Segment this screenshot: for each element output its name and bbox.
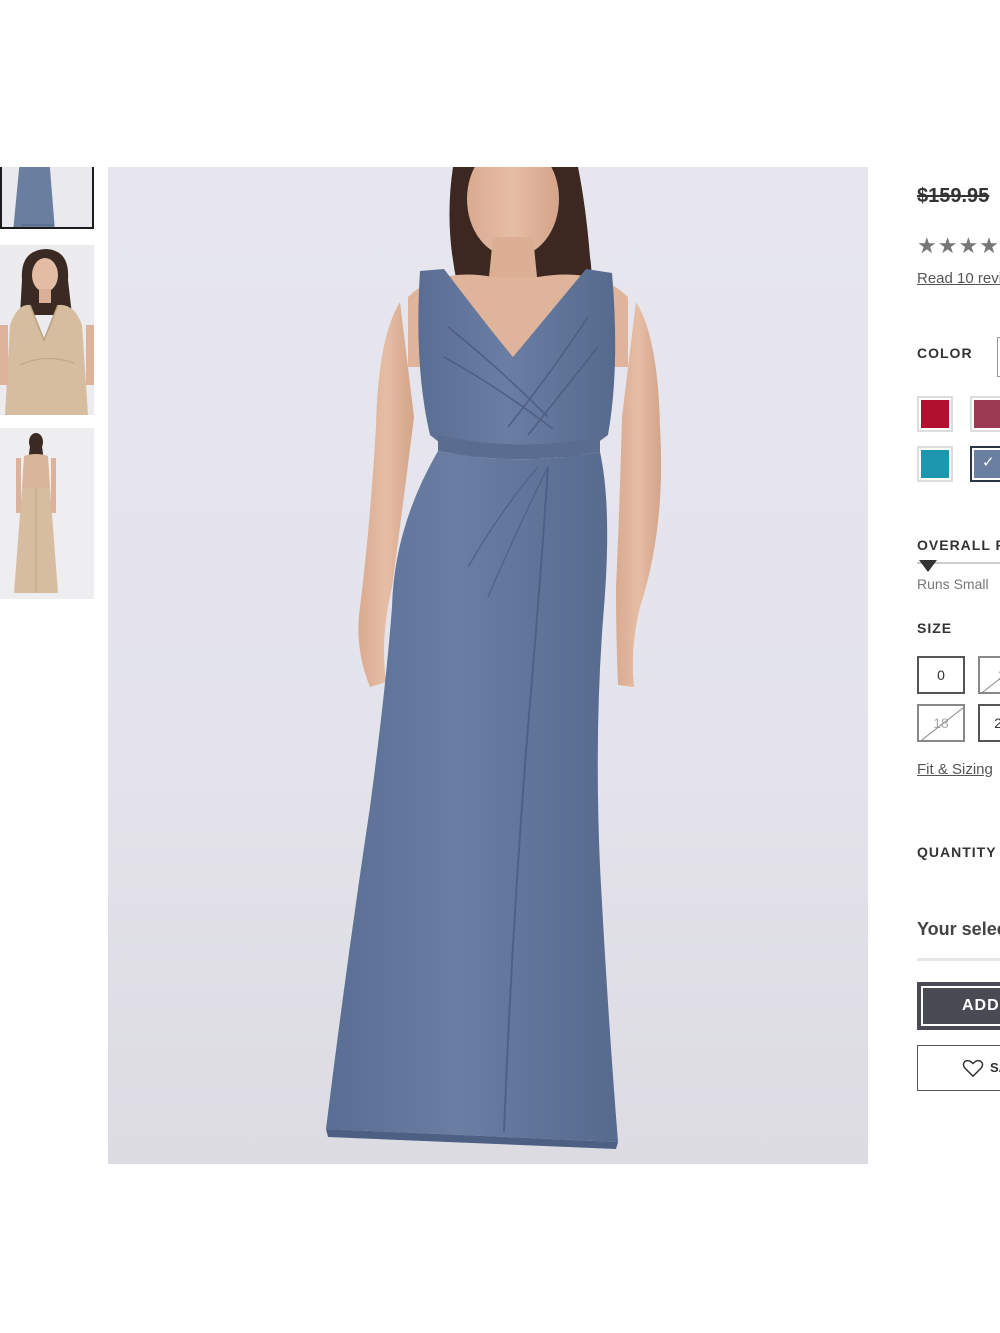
thumbnail-3[interactable] [0,428,94,599]
your-selection-heading: Your selection [917,919,1000,939]
fit-indicator-icon [919,560,937,572]
unavailable-slash-icon [919,706,963,740]
heart-icon [962,1059,984,1078]
teal-swatch[interactable] [917,446,953,482]
red-swatch-fill [921,400,949,428]
steel-blue-swatch[interactable]: ✓ [970,446,1000,482]
quantity-label: QUANTITY [917,844,997,860]
size-option-18[interactable]: 18 [917,704,965,742]
fit-sizing-link[interactable]: Fit & Sizing [917,761,993,778]
save-button[interactable]: SAVE [917,1045,1000,1091]
thumbnail-1[interactable] [0,167,94,229]
checkmark-icon: ✓ [982,454,995,471]
wine-swatch-fill [974,400,1000,428]
read-reviews-link[interactable]: Read 10 reviews [917,270,1000,287]
thumbnail-3-image [0,428,94,599]
save-button-label: SAVE [990,1060,1000,1075]
rating-stars: ★★★★★ [917,233,1000,258]
size-option-2[interactable]: 2 [978,656,1000,694]
size-label: SIZE [917,620,953,636]
product-price: $159.95 [917,185,990,207]
teal-swatch-fill [921,450,949,478]
model-in-dress-illustration [326,167,662,1149]
unavailable-slash-icon [980,658,1000,692]
red-swatch[interactable] [917,396,953,432]
thumbnail-2-image [0,245,94,415]
divider [917,958,1000,961]
thumbnail-2[interactable] [0,245,94,415]
add-to-bag-button[interactable]: ADD [917,982,1000,1030]
wine-swatch[interactable] [970,396,1000,432]
size-option-0[interactable]: 0 [917,656,965,694]
product-details-panel: $159.95 ★★★★★ Read 10 reviews COLOR ✓ OV… [917,167,1000,1107]
color-label: COLOR [917,345,973,361]
thumbnail-1-image [2,167,92,227]
size-option-20[interactable]: 20 [978,704,1000,742]
overall-fit-label: OVERALL FIT [917,537,1000,553]
main-product-image [108,167,868,1164]
fit-text: Runs Small [917,576,989,592]
